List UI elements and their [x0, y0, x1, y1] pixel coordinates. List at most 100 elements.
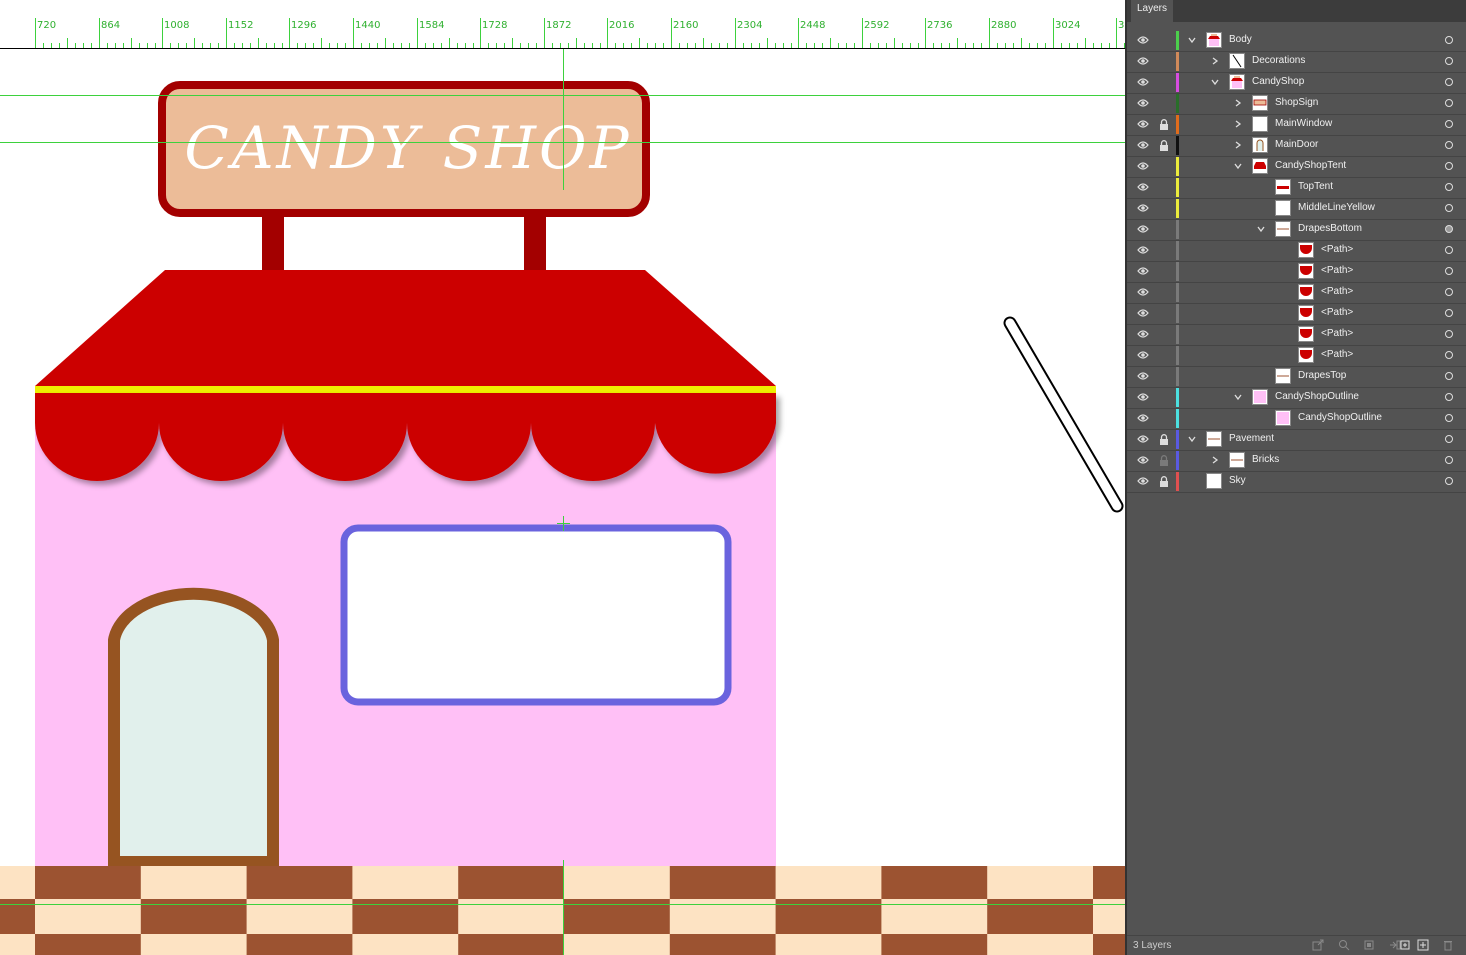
target-circle-icon[interactable] — [1445, 477, 1453, 485]
visibility-eye-icon[interactable] — [1137, 308, 1149, 318]
lock-icon[interactable] — [1159, 98, 1169, 109]
visibility-eye-icon[interactable] — [1137, 245, 1149, 255]
brick[interactable] — [1093, 866, 1127, 899]
layer-row[interactable]: Sky — [1127, 471, 1466, 493]
lock-icon[interactable] — [1159, 371, 1169, 382]
lock-icon[interactable] — [1159, 266, 1169, 277]
target-circle-icon[interactable] — [1445, 330, 1453, 338]
layer-name[interactable]: Bricks — [1252, 454, 1279, 465]
brick[interactable] — [1093, 934, 1127, 955]
layer-name[interactable]: Pavement — [1229, 433, 1274, 444]
horizontal-ruler[interactable]: 720 864 1008 1152 1296 1440 1584 1728 1872 2016 21… — [0, 0, 1127, 49]
layer-row[interactable]: Pavement — [1127, 429, 1466, 451]
visibility-eye-icon[interactable] — [1137, 413, 1149, 423]
visibility-eye-icon[interactable] — [1137, 329, 1149, 339]
artwork[interactable]: CANDY SHOP — [0, 0, 1127, 955]
lock-icon[interactable] — [1159, 119, 1169, 130]
brick[interactable] — [35, 866, 142, 899]
visibility-eye-icon[interactable] — [1137, 119, 1149, 129]
chevron-down-icon[interactable] — [1210, 77, 1220, 87]
target-circle-icon[interactable] — [1445, 456, 1453, 464]
search-icon[interactable] — [1338, 939, 1350, 951]
lock-icon[interactable] — [1159, 245, 1169, 256]
chevron-down-icon[interactable] — [1233, 392, 1243, 402]
lock-icon[interactable] — [1159, 287, 1169, 298]
layer-row[interactable]: MainDoor — [1127, 135, 1466, 157]
chevron-down-icon[interactable] — [1187, 35, 1197, 45]
lock-icon[interactable] — [1159, 350, 1169, 361]
main-window[interactable] — [340, 524, 732, 706]
visibility-eye-icon[interactable] — [1137, 161, 1149, 171]
artboard-canvas[interactable]: CANDY SHOP 720 864 1008 1152 1296 1440 1… — [0, 0, 1127, 955]
visibility-eye-icon[interactable] — [1137, 476, 1149, 486]
layer-row[interactable]: CandyShopOutline — [1127, 408, 1466, 430]
lock-icon[interactable] — [1159, 329, 1169, 340]
layer-row[interactable]: MiddleLineYellow — [1127, 198, 1466, 220]
layer-name[interactable]: ShopSign — [1275, 97, 1318, 108]
chevron-right-icon[interactable] — [1210, 455, 1220, 465]
target-circle-icon[interactable] — [1445, 246, 1453, 254]
layer-row[interactable]: <Path> — [1127, 345, 1466, 367]
layer-row[interactable]: Bricks — [1127, 450, 1466, 472]
brick[interactable] — [0, 866, 36, 899]
target-circle-icon[interactable] — [1445, 183, 1453, 191]
layer-name[interactable]: CandyShopOutline — [1275, 391, 1359, 402]
layer-name[interactable]: <Path> — [1321, 286, 1353, 297]
brick[interactable] — [458, 934, 565, 955]
layer-name[interactable]: <Path> — [1321, 328, 1353, 339]
brick[interactable] — [246, 866, 353, 899]
layer-name[interactable]: MiddleLineYellow — [1298, 202, 1375, 213]
main-door[interactable] — [108, 587, 279, 868]
layer-name[interactable]: TopTent — [1298, 181, 1333, 192]
lock-icon[interactable] — [1159, 140, 1169, 151]
layer-name[interactable]: Body — [1229, 34, 1252, 45]
delete-icon[interactable] — [1442, 939, 1454, 951]
brick[interactable] — [0, 934, 36, 955]
brick[interactable] — [775, 866, 882, 899]
lock-icon[interactable] — [1159, 182, 1169, 193]
visibility-eye-icon[interactable] — [1137, 203, 1149, 213]
layer-row[interactable]: <Path> — [1127, 261, 1466, 283]
chevron-down-icon[interactable] — [1187, 434, 1197, 444]
visibility-eye-icon[interactable] — [1137, 266, 1149, 276]
layer-name[interactable]: DrapesTop — [1298, 370, 1346, 381]
visibility-eye-icon[interactable] — [1137, 371, 1149, 381]
layer-name[interactable]: Sky — [1229, 475, 1246, 486]
new-layer-icon[interactable] — [1417, 939, 1429, 951]
layer-name[interactable]: DrapesBottom — [1298, 223, 1362, 234]
brick[interactable] — [881, 934, 988, 955]
lock-icon[interactable] — [1159, 35, 1169, 46]
layer-row[interactable]: Decorations — [1127, 51, 1466, 73]
brick[interactable] — [564, 866, 671, 899]
lock-icon[interactable] — [1159, 455, 1169, 466]
target-circle-icon[interactable] — [1445, 435, 1453, 443]
chevron-right-icon[interactable] — [1233, 98, 1243, 108]
decoration-stick[interactable] — [1003, 316, 1124, 513]
visibility-eye-icon[interactable] — [1137, 35, 1149, 45]
sign-pole-right[interactable] — [524, 212, 546, 274]
target-circle-icon[interactable] — [1445, 57, 1453, 65]
new-sublayer-icon[interactable] — [1399, 939, 1411, 951]
target-circle-icon[interactable] — [1445, 309, 1453, 317]
lock-icon[interactable] — [1159, 392, 1169, 403]
lock-icon[interactable] — [1159, 434, 1169, 445]
brick[interactable] — [775, 934, 882, 955]
layer-name[interactable]: CandyShop — [1252, 76, 1304, 87]
layer-row[interactable]: <Path> — [1127, 240, 1466, 262]
layer-name[interactable]: <Path> — [1321, 307, 1353, 318]
target-circle-icon[interactable] — [1445, 267, 1453, 275]
target-circle-icon[interactable] — [1445, 162, 1453, 170]
visibility-eye-icon[interactable] — [1137, 455, 1149, 465]
tab-layers[interactable]: Layers — [1131, 0, 1174, 22]
collect-icon[interactable] — [1363, 939, 1375, 951]
target-circle-icon[interactable] — [1445, 204, 1453, 212]
chevron-down-icon[interactable] — [1256, 224, 1266, 234]
tent-yellow-line[interactable] — [35, 386, 776, 393]
layer-row[interactable]: CandyShop — [1127, 72, 1466, 94]
visibility-eye-icon[interactable] — [1137, 287, 1149, 297]
tent-top[interactable] — [35, 270, 776, 386]
layer-name[interactable]: MainWindow — [1275, 118, 1332, 129]
brick[interactable] — [140, 866, 248, 899]
visibility-eye-icon[interactable] — [1137, 77, 1149, 87]
target-circle-icon[interactable] — [1445, 393, 1453, 401]
